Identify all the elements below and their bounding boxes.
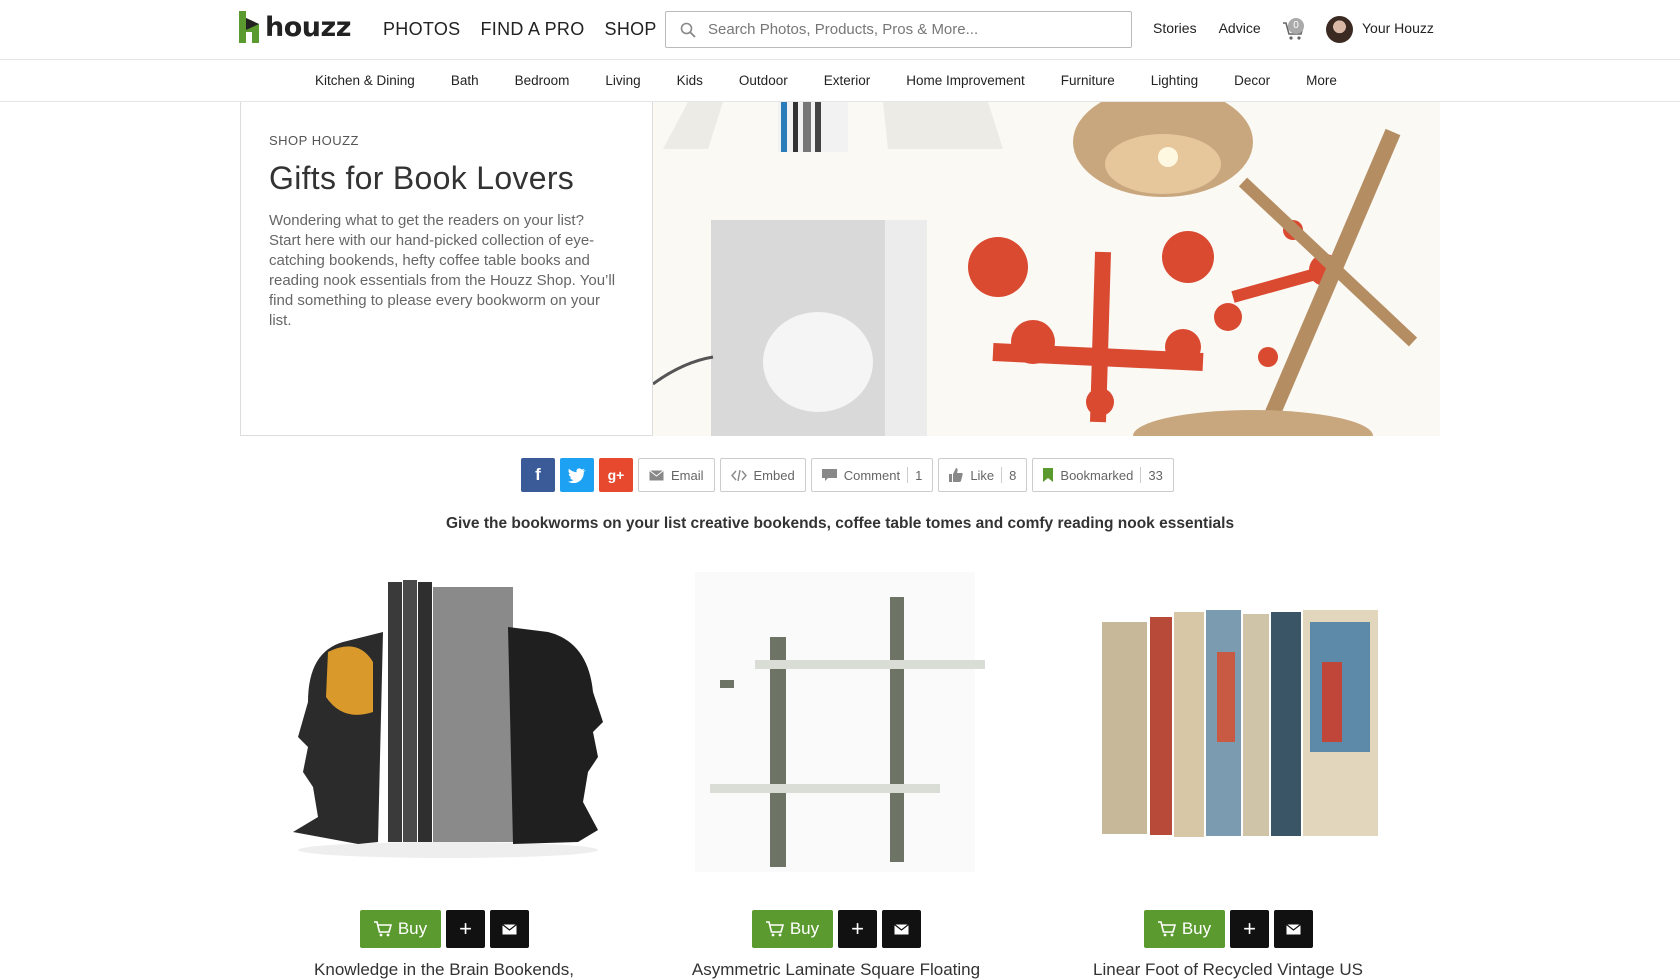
bookmark-label: Bookmarked — [1060, 467, 1134, 483]
category-nav: Kitchen & Dining Bath Bedroom Living Kid… — [0, 61, 1680, 102]
category-home-improvement[interactable]: Home Improvement — [906, 73, 1025, 88]
your-houzz-link[interactable]: Your Houzz — [1362, 20, 1434, 36]
plus-icon: + — [459, 916, 472, 941]
category-more[interactable]: More — [1306, 73, 1337, 88]
product-actions: Buy + — [752, 910, 921, 948]
share-bar: f g+ Email Embed Comment 1 Like 8 Bookma… — [521, 458, 1174, 492]
product-image-vintage-books[interactable] — [1032, 572, 1424, 872]
embed-icon — [730, 469, 747, 481]
like-label: Like — [970, 467, 995, 483]
product-image-floating-shelf[interactable] — [640, 572, 1032, 872]
main-nav: PHOTOS FIND A PRO SHOP — [383, 19, 657, 40]
embed-label: Embed — [753, 467, 795, 483]
section-subtitle: Give the bookworms on your list creative… — [445, 515, 1235, 532]
nav-find-a-pro[interactable]: FIND A PRO — [480, 19, 584, 40]
search-input[interactable] — [708, 21, 1108, 38]
thumbs-up-icon — [949, 468, 963, 482]
cart-count-badge: 0 — [1288, 18, 1304, 34]
like-count: 8 — [1009, 467, 1017, 483]
cart-icon — [373, 921, 392, 937]
add-to-ideabook-button[interactable]: + — [1230, 910, 1269, 948]
comment-label: Comment — [843, 467, 901, 483]
category-bath[interactable]: Bath — [451, 73, 479, 88]
product-actions: Buy + — [1144, 910, 1313, 948]
buy-button[interactable]: Buy — [1144, 910, 1225, 948]
hero-kicker: SHOP HOUZZ — [269, 133, 359, 148]
twitter-icon — [568, 467, 586, 483]
category-living[interactable]: Living — [605, 73, 640, 88]
bookmark-icon — [1043, 468, 1054, 482]
buy-label: Buy — [1181, 919, 1212, 938]
product-card — [1032, 572, 1424, 872]
search-icon — [680, 22, 696, 38]
plus-icon: + — [851, 916, 864, 941]
product-card — [248, 572, 640, 872]
buy-button[interactable]: Buy — [752, 910, 833, 948]
hero-card: SHOP HOUZZ Gifts for Book Lovers Wonderi… — [240, 102, 653, 436]
plus-icon: + — [1243, 916, 1256, 941]
facebook-share-button[interactable]: f — [521, 458, 555, 492]
category-exterior[interactable]: Exterior — [824, 73, 871, 88]
like-button[interactable]: Like 8 — [938, 458, 1028, 492]
cart-icon — [765, 921, 784, 937]
buy-label: Buy — [789, 919, 820, 938]
email-icon — [894, 923, 909, 934]
hero-image — [653, 102, 1440, 436]
nav-photos[interactable]: PHOTOS — [383, 19, 460, 40]
category-lighting[interactable]: Lighting — [1151, 73, 1198, 88]
category-decor[interactable]: Decor — [1234, 73, 1270, 88]
product-title[interactable]: Asymmetric Laminate Square Floating — [626, 960, 1046, 980]
bookmark-button[interactable]: Bookmarked 33 — [1032, 458, 1174, 492]
email-product-button[interactable] — [490, 910, 529, 948]
product-image-brain-bookends[interactable] — [248, 572, 640, 872]
buy-button[interactable]: Buy — [360, 910, 441, 948]
email-product-button[interactable] — [882, 910, 921, 948]
comment-button[interactable]: Comment 1 — [810, 458, 934, 492]
category-furniture[interactable]: Furniture — [1061, 73, 1115, 88]
google-plus-icon: g+ — [607, 467, 625, 483]
add-to-ideabook-button[interactable]: + — [446, 910, 485, 948]
google-plus-share-button[interactable]: g+ — [599, 458, 633, 492]
email-product-button[interactable] — [1274, 910, 1313, 948]
category-outdoor[interactable]: Outdoor — [739, 73, 788, 88]
buy-label: Buy — [397, 919, 428, 938]
category-bedroom[interactable]: Bedroom — [515, 73, 570, 88]
email-icon — [1286, 923, 1301, 934]
email-button[interactable]: Email — [638, 458, 715, 492]
divider — [1140, 467, 1142, 483]
category-kitchen-dining[interactable]: Kitchen & Dining — [315, 73, 415, 88]
divider — [1001, 467, 1003, 483]
nav-stories[interactable]: Stories — [1153, 20, 1197, 36]
email-icon — [649, 469, 664, 480]
cart-icon — [1157, 921, 1176, 937]
hero-description: Wondering what to get the readers on you… — [269, 212, 616, 329]
nav-shop[interactable]: SHOP — [605, 19, 657, 40]
top-header: houzz PHOTOS FIND A PRO SHOP Stories Adv… — [0, 0, 1680, 60]
nav-advice[interactable]: Advice — [1219, 20, 1261, 36]
email-icon — [502, 923, 517, 934]
product-title[interactable]: Knowledge in the Brain Bookends, — [234, 960, 654, 980]
search-box[interactable] — [665, 11, 1132, 48]
bookmark-count: 33 — [1148, 467, 1163, 483]
avatar[interactable] — [1326, 16, 1353, 43]
logo-wordmark: houzz — [265, 11, 351, 43]
email-label: Email — [671, 467, 704, 483]
comment-count: 1 — [915, 467, 923, 483]
add-to-ideabook-button[interactable]: + — [838, 910, 877, 948]
divider — [907, 467, 909, 483]
twitter-share-button[interactable] — [560, 458, 594, 492]
comment-icon — [821, 468, 837, 481]
embed-button[interactable]: Embed — [719, 458, 806, 492]
product-actions: Buy + — [360, 910, 529, 948]
hero-collage-illustration — [653, 102, 1440, 436]
houzz-logo[interactable]: houzz — [239, 11, 351, 43]
product-title[interactable]: Linear Foot of Recycled Vintage US — [1018, 960, 1438, 980]
category-kids[interactable]: Kids — [677, 73, 703, 88]
houzz-logo-icon — [239, 11, 259, 43]
product-card — [640, 572, 1032, 872]
facebook-icon: f — [535, 465, 541, 484]
right-nav: Stories Advice — [1153, 20, 1261, 36]
page-title: Gifts for Book Lovers — [269, 160, 575, 196]
